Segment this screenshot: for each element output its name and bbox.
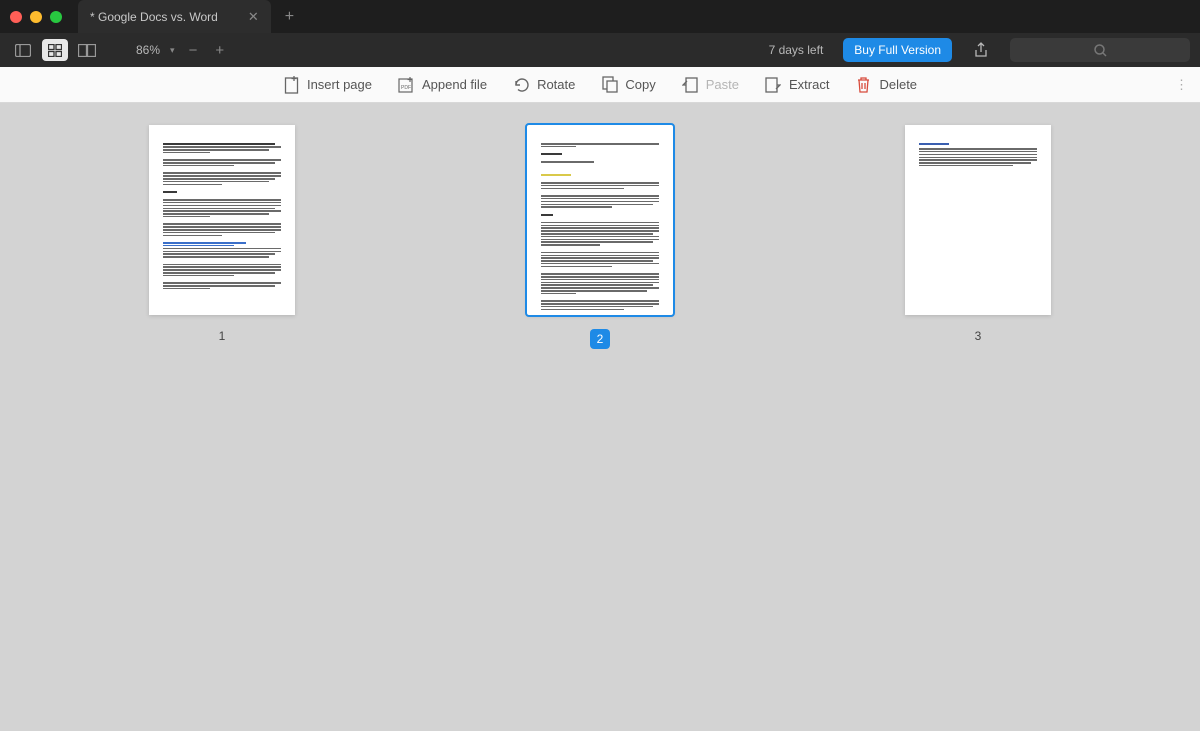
rotate-label: Rotate [537, 77, 575, 92]
toolbar: 86% ▾ − + 7 days left Buy Full Version [0, 33, 1200, 67]
zoom-level[interactable]: 86% [136, 43, 160, 57]
close-window-button[interactable] [10, 11, 22, 23]
insert-page-icon [283, 76, 300, 93]
page-grid: 1 2 3 [0, 103, 1200, 731]
svg-text:PDF: PDF [401, 85, 411, 91]
extract-icon [765, 76, 782, 93]
delete-label: Delete [879, 77, 917, 92]
append-file-label: Append file [422, 77, 487, 92]
rotate-icon [513, 76, 530, 93]
delete-button[interactable]: Delete [855, 76, 917, 93]
search-input[interactable] [1010, 38, 1190, 62]
titlebar: * Google Docs vs. Word ✕ + [0, 0, 1200, 33]
page-number: 3 [975, 329, 982, 343]
view-two-page-button[interactable] [74, 39, 100, 61]
trash-icon [855, 76, 872, 93]
zoom-in-button[interactable]: + [211, 42, 228, 59]
tab-title: * Google Docs vs. Word [90, 10, 218, 24]
share-button[interactable] [974, 42, 988, 58]
page-thumbnail-2[interactable]: 2 [527, 125, 673, 731]
zoom-control: 86% ▾ − + [136, 42, 228, 59]
extract-label: Extract [789, 77, 829, 92]
append-file-icon: PDF [398, 76, 415, 93]
copy-label: Copy [625, 77, 655, 92]
page-thumbnail-3[interactable]: 3 [905, 125, 1051, 731]
document-tab[interactable]: * Google Docs vs. Word ✕ [78, 0, 271, 33]
page-thumbnail-1[interactable]: 1 [149, 125, 295, 731]
view-mode-group [10, 39, 100, 61]
new-tab-button[interactable]: + [271, 8, 308, 26]
page-preview [905, 125, 1051, 315]
window-controls [10, 11, 62, 23]
copy-icon [601, 76, 618, 93]
zoom-dropdown-icon[interactable]: ▾ [170, 45, 175, 56]
page-number: 1 [219, 329, 226, 343]
maximize-window-button[interactable] [50, 11, 62, 23]
page-preview [149, 125, 295, 315]
rotate-button[interactable]: Rotate [513, 76, 575, 93]
paste-button[interactable]: Paste [682, 76, 739, 93]
page-heading [919, 143, 949, 145]
zoom-out-button[interactable]: − [185, 42, 202, 59]
page-preview [527, 125, 673, 315]
buy-full-version-button[interactable]: Buy Full Version [843, 38, 952, 62]
trial-status: 7 days left [769, 43, 824, 57]
action-overflow-icon[interactable]: ⋮ [1175, 77, 1188, 93]
extract-button[interactable]: Extract [765, 76, 829, 93]
insert-page-button[interactable]: Insert page [283, 76, 372, 93]
action-bar: Insert page PDF Append file Rotate Copy … [0, 67, 1200, 103]
close-tab-icon[interactable]: ✕ [248, 9, 259, 25]
append-file-button[interactable]: PDF Append file [398, 76, 487, 93]
view-sidebar-button[interactable] [10, 39, 36, 61]
insert-page-label: Insert page [307, 77, 372, 92]
minimize-window-button[interactable] [30, 11, 42, 23]
view-grid-button[interactable] [42, 39, 68, 61]
copy-button[interactable]: Copy [601, 76, 655, 93]
paste-label: Paste [706, 77, 739, 92]
page-number: 2 [590, 329, 610, 349]
paste-icon [682, 76, 699, 93]
